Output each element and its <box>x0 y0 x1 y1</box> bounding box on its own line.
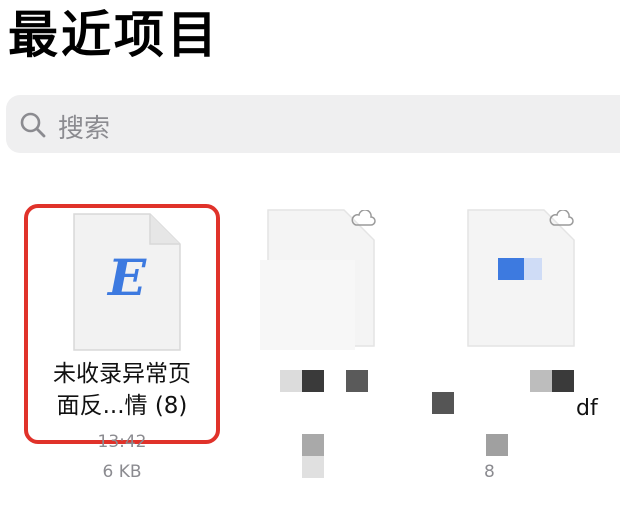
file-item[interactable] <box>250 200 380 500</box>
pixelated-block <box>498 258 524 280</box>
search-bar[interactable]: 搜索 <box>6 95 620 153</box>
search-icon <box>20 112 46 138</box>
pixelated-block <box>302 370 324 392</box>
pixelated-block <box>280 370 302 392</box>
search-placeholder: 搜索 <box>58 114 111 144</box>
document-type-glyph: E <box>107 248 147 307</box>
file-name: 未收录异常页 面反...情 (8) <box>28 358 216 422</box>
file-meta-fragment: 8 <box>484 462 495 482</box>
pixelated-block <box>302 434 324 456</box>
cloud-download-icon <box>351 210 376 226</box>
file-item[interactable]: df 8 <box>432 200 610 500</box>
file-time: 13:42 <box>97 432 147 452</box>
pixelated-block <box>432 392 454 414</box>
pixelated-block <box>346 370 368 392</box>
pixelated-block <box>530 370 552 392</box>
cloud-download-icon <box>549 210 574 226</box>
pixelated-block <box>302 456 324 478</box>
page-title: 最近项目 <box>8 6 220 64</box>
pixelated-block <box>486 434 508 456</box>
pixelated-block <box>524 258 542 280</box>
file-item-selected[interactable]: E 未收录异常页 面反...情 (8) <box>24 204 220 444</box>
file-name-line-1: 未收录异常页 <box>53 361 191 387</box>
file-name-line-2: 面反...情 (8) <box>56 393 188 419</box>
pixelated-block <box>552 370 574 392</box>
file-name-fragment: df <box>576 396 598 421</box>
pixelated-block <box>260 260 355 350</box>
file-size: 6 KB <box>102 462 142 482</box>
